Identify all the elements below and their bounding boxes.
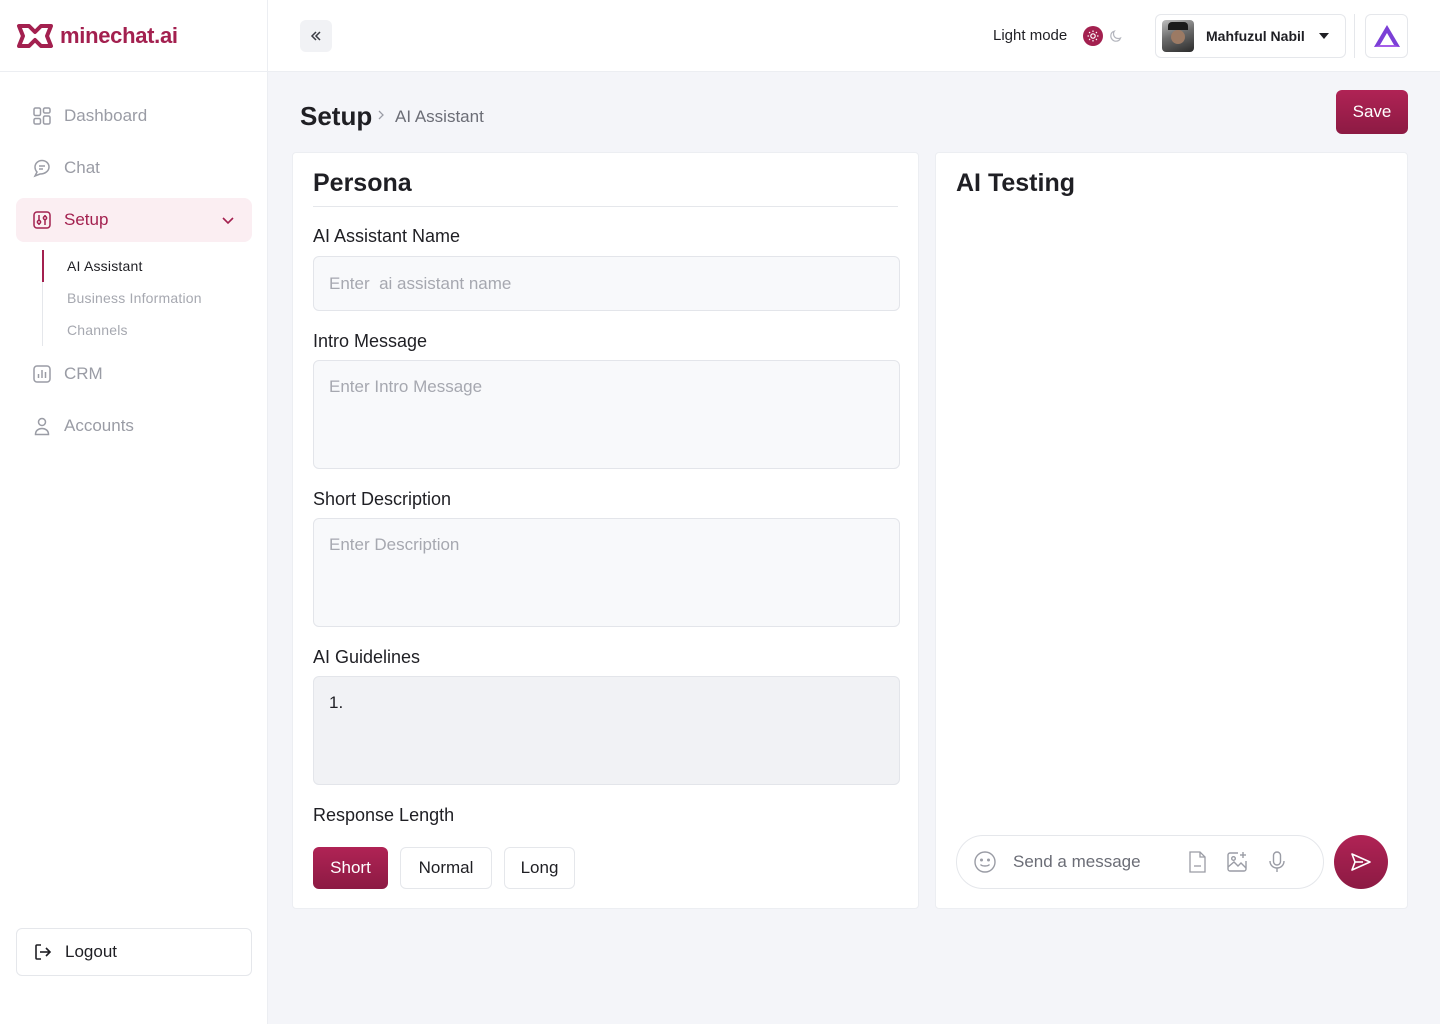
microphone-icon[interactable] xyxy=(1267,850,1287,874)
logout-label: Logout xyxy=(65,942,117,961)
sidebar-item-setup[interactable]: Setup xyxy=(16,198,252,242)
intro-message-input[interactable] xyxy=(313,360,900,469)
short-description-label: Short Description xyxy=(313,489,452,509)
sidebar-item-dashboard[interactable]: Dashboard xyxy=(16,94,252,138)
caret-down-icon xyxy=(1318,33,1329,39)
chat-icon xyxy=(32,158,52,178)
sidebar-item-label: Setup xyxy=(64,210,109,229)
workspace-switcher-button[interactable] xyxy=(1365,14,1408,58)
active-indicator xyxy=(42,250,44,282)
composer-tools xyxy=(1187,850,1305,874)
bar-chart-icon xyxy=(32,364,52,384)
message-composer xyxy=(956,835,1324,889)
response-length-long-button[interactable]: Long xyxy=(504,847,575,889)
sidebar-item-label: Dashboard xyxy=(64,106,148,125)
response-length-normal-button[interactable]: Normal xyxy=(400,847,492,889)
ai-testing-card: AI Testing xyxy=(935,152,1408,909)
logo[interactable]: minechat.ai xyxy=(0,0,267,72)
theme-mode-label: Light mode xyxy=(993,27,1068,44)
sun-icon xyxy=(1083,26,1103,46)
logout-button[interactable]: Logout xyxy=(16,928,252,976)
breadcrumb-chevron-icon xyxy=(377,108,385,126)
sidebar-nav: Dashboard Chat Setup AI Assistant Busine… xyxy=(16,94,252,456)
collapse-sidebar-button[interactable] xyxy=(300,20,332,52)
intro-message-label: Intro Message xyxy=(313,331,428,351)
subnav-item-business-information[interactable]: Business Information xyxy=(67,282,252,314)
breadcrumb[interactable]: AI Assistant xyxy=(395,107,484,127)
sidebar-item-chat[interactable]: Chat xyxy=(16,146,252,190)
brand-name: minechat.ai xyxy=(60,22,178,48)
assistant-name-input[interactable] xyxy=(313,256,900,311)
ai-guidelines-input[interactable]: 1. xyxy=(313,676,900,785)
sidebar-item-crm[interactable]: CRM xyxy=(16,352,252,396)
ai-guidelines-label: AI Guidelines xyxy=(313,647,421,667)
divider xyxy=(1354,14,1355,58)
save-button[interactable]: Save xyxy=(1336,90,1408,134)
topbar: Light mode Mahfuzul Nabil xyxy=(268,0,1440,72)
divider xyxy=(313,206,898,207)
minechat-logo-icon xyxy=(17,23,53,48)
sidebar-item-label: Accounts xyxy=(64,416,134,435)
send-icon xyxy=(1351,853,1371,871)
emoji-icon[interactable] xyxy=(973,850,997,874)
avatar xyxy=(1162,20,1194,52)
short-description-input[interactable] xyxy=(313,518,900,627)
ai-testing-title: AI Testing xyxy=(956,169,1075,197)
send-button[interactable] xyxy=(1334,835,1388,889)
sidebar: minechat.ai Dashboard Chat Setup AI Assi… xyxy=(0,0,268,1024)
grid-icon xyxy=(32,106,52,126)
moon-icon xyxy=(1109,29,1123,43)
subnav-item-channels[interactable]: Channels xyxy=(67,314,252,346)
chevron-down-icon[interactable] xyxy=(220,212,236,228)
sidebar-item-label: CRM xyxy=(64,364,103,383)
user-menu[interactable]: Mahfuzul Nabil xyxy=(1155,14,1346,58)
subnav-item-ai-assistant[interactable]: AI Assistant xyxy=(67,250,252,282)
logout-icon xyxy=(35,944,52,960)
sidebar-item-accounts[interactable]: Accounts xyxy=(16,404,252,448)
triangle-logo-icon xyxy=(1373,25,1400,47)
persona-title: Persona xyxy=(313,169,412,197)
response-length-short-button[interactable]: Short xyxy=(313,847,388,889)
assistant-name-label: AI Assistant Name xyxy=(313,226,461,246)
theme-toggle[interactable] xyxy=(1083,24,1131,48)
user-name: Mahfuzul Nabil xyxy=(1206,28,1305,44)
response-length-label: Response Length xyxy=(313,805,455,825)
page-title: Setup xyxy=(300,101,373,131)
gif-icon[interactable] xyxy=(1187,850,1207,874)
setup-subnav: AI Assistant Business Information Channe… xyxy=(42,250,252,346)
persona-card: Persona AI Assistant Name Intro Message … xyxy=(292,152,919,909)
user-icon xyxy=(32,416,52,436)
add-image-icon[interactable] xyxy=(1225,850,1249,874)
message-input[interactable] xyxy=(1013,852,1183,872)
double-chevron-left-icon xyxy=(310,31,321,41)
sliders-icon xyxy=(32,210,52,230)
sidebar-item-label: Chat xyxy=(64,158,100,177)
